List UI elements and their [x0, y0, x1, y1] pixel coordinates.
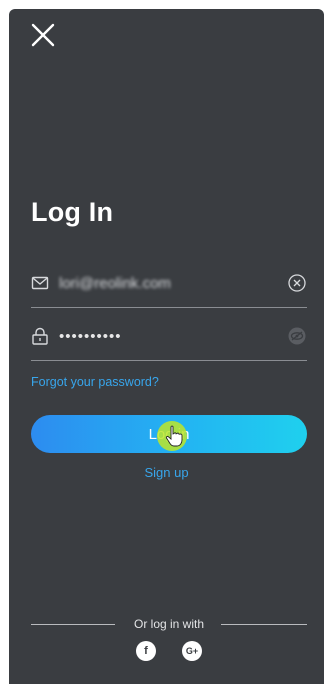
- close-icon: [31, 23, 55, 47]
- facebook-login-button[interactable]: f: [136, 641, 156, 661]
- divider-right: [221, 624, 307, 625]
- password-field[interactable]: [31, 314, 307, 361]
- clear-circle-icon[interactable]: [287, 273, 307, 293]
- signup-link[interactable]: Sign up: [9, 465, 324, 480]
- close-button[interactable]: [29, 21, 57, 49]
- eye-hidden-icon[interactable]: [287, 326, 307, 346]
- forgot-password-link[interactable]: Forgot your password?: [31, 375, 159, 389]
- email-input[interactable]: [59, 275, 279, 292]
- social-divider: Or log in with: [31, 617, 307, 633]
- google-plus-icon: G+: [185, 645, 199, 656]
- hand-cursor-icon: [165, 425, 183, 447]
- page-title: Log In: [31, 197, 114, 227]
- google-login-button[interactable]: G+: [182, 641, 202, 661]
- login-screen: Log In lori@reolink.com •••••••••• Forgo…: [9, 9, 324, 684]
- email-field[interactable]: [31, 261, 307, 308]
- password-input[interactable]: [59, 328, 279, 345]
- facebook-icon: f: [144, 644, 148, 657]
- mail-icon: [31, 274, 49, 292]
- lock-icon: [31, 327, 49, 345]
